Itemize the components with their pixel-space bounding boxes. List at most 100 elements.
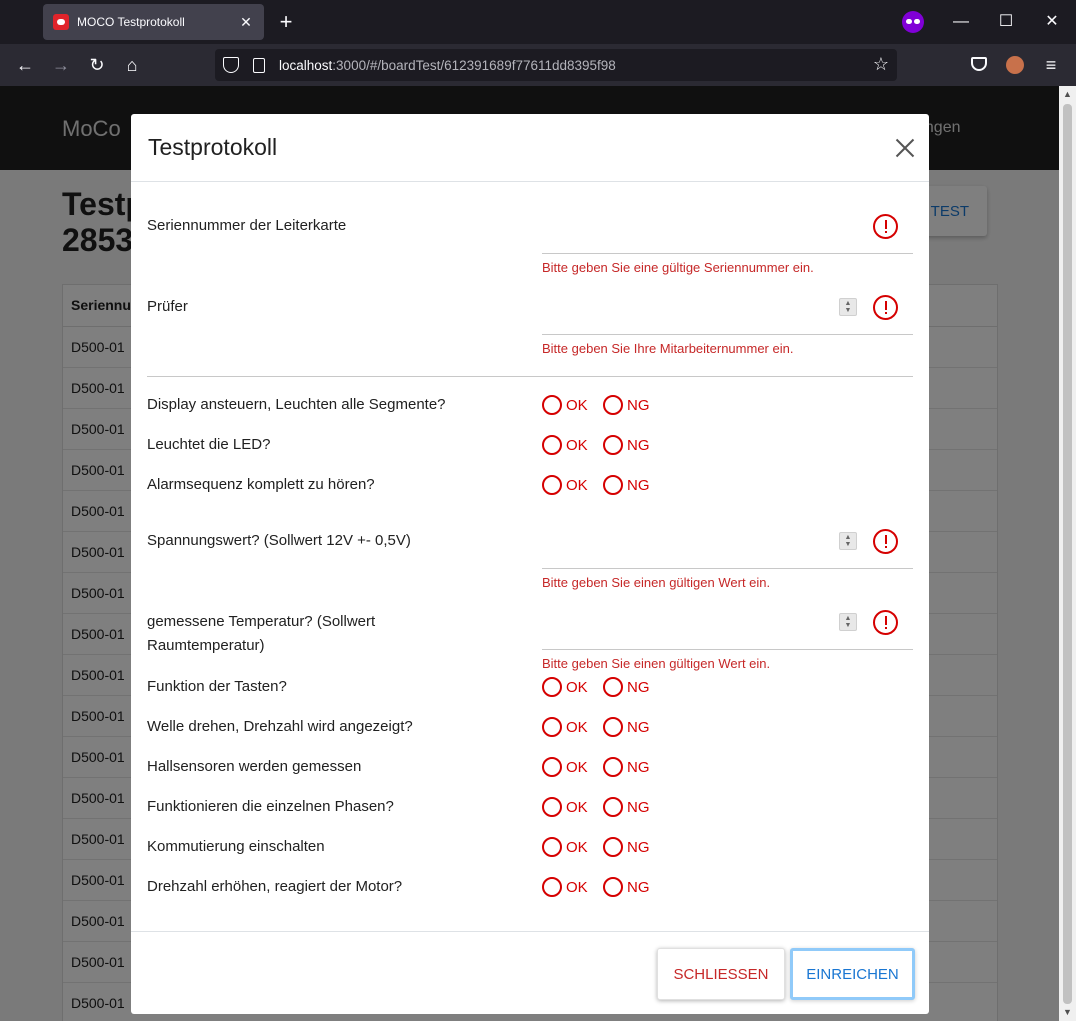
scroll-down-arrow-icon[interactable]: ▼ (1059, 1004, 1076, 1021)
check-label: Funktion der Tasten? (147, 678, 287, 695)
window-close-button[interactable]: ✕ (1041, 10, 1063, 34)
ng-radio[interactable]: NG (603, 717, 650, 737)
radio-circle-icon[interactable] (542, 757, 562, 777)
temperature-error: Bitte geben Sie einen gültigen Wert ein. (542, 656, 771, 671)
radio-circle-icon[interactable] (542, 677, 562, 697)
radio-circle-icon[interactable] (542, 877, 562, 897)
check-label: Leuchtet die LED? (147, 436, 271, 453)
tester-stepper[interactable]: ▲ ▼ (839, 298, 857, 316)
check-label: Welle drehen, Drehzahl wird angezeigt? (147, 718, 413, 735)
pocket-icon[interactable] (971, 57, 987, 71)
moco-favicon-icon (53, 14, 69, 30)
voltage-error: Bitte geben Sie einen gültigen Wert ein. (542, 575, 771, 590)
ok-radio[interactable]: OK (542, 475, 588, 495)
ok-radio[interactable]: OK (542, 677, 588, 697)
close-icon[interactable] (893, 136, 917, 160)
temperature-stepper[interactable]: ▲ ▼ (839, 613, 857, 631)
serial-number-error: Bitte geben Sie eine gültige Seriennumme… (542, 260, 814, 275)
ok-radio-label: OK (566, 798, 588, 816)
serial-number-label: Seriennummer der Leiterkarte (147, 217, 347, 234)
home-icon[interactable]: ⌂ (120, 53, 144, 77)
tracking-shield-icon[interactable] (223, 57, 239, 73)
voltage-stepper[interactable]: ▲ ▼ (839, 532, 857, 550)
bookmark-star-icon[interactable]: ☆ (873, 54, 889, 75)
page-scrollbar[interactable]: ▲ ▼ (1059, 86, 1076, 1021)
ng-radio-label: NG (627, 838, 650, 856)
serial-number-input[interactable] (542, 253, 913, 254)
ok-radio-label: OK (566, 436, 588, 454)
error-alert-icon (873, 295, 898, 320)
ng-radio[interactable]: NG (603, 677, 650, 697)
ng-radio-label: NG (627, 718, 650, 736)
error-alert-icon (873, 214, 898, 239)
hamburger-menu-icon[interactable]: ≡ (1042, 53, 1060, 77)
check-label: Display ansteuern, Leuchten alle Segment… (147, 396, 446, 413)
ok-radio[interactable]: OK (542, 797, 588, 817)
radio-circle-icon[interactable] (603, 475, 623, 495)
section-divider (147, 376, 913, 377)
radio-circle-icon[interactable] (542, 475, 562, 495)
ng-radio-label: NG (627, 396, 650, 414)
radio-circle-icon[interactable] (603, 717, 623, 737)
radio-circle-icon[interactable] (603, 877, 623, 897)
radio-circle-icon[interactable] (542, 837, 562, 857)
ng-radio[interactable]: NG (603, 877, 650, 897)
back-arrow-icon[interactable]: ← (13, 53, 37, 77)
ng-radio[interactable]: NG (603, 475, 650, 495)
close-button[interactable]: SCHLIESSEN (657, 948, 785, 1000)
ng-radio-label: NG (627, 758, 650, 776)
radio-circle-icon[interactable] (542, 435, 562, 455)
radio-circle-icon[interactable] (603, 395, 623, 415)
temperature-label-line1: gemessene Temperatur? (Sollwert (147, 613, 376, 630)
temperature-input[interactable] (542, 649, 913, 650)
forward-arrow-icon[interactable]: → (49, 53, 73, 77)
ok-radio[interactable]: OK (542, 837, 588, 857)
error-alert-icon (873, 610, 898, 635)
ng-radio[interactable]: NG (603, 797, 650, 817)
ng-radio[interactable]: NG (603, 837, 650, 857)
radio-circle-icon[interactable] (542, 717, 562, 737)
page-info-icon[interactable] (253, 57, 265, 73)
ok-radio-label: OK (566, 718, 588, 736)
modal-header: Testprotokoll (131, 114, 929, 182)
url-host: localhost (279, 57, 333, 73)
check-label: Alarmsequenz komplett zu hören? (147, 476, 375, 493)
voltage-input[interactable] (542, 568, 913, 569)
ok-radio[interactable]: OK (542, 435, 588, 455)
check-label: Hallsensoren werden gemessen (147, 758, 362, 775)
scroll-up-arrow-icon[interactable]: ▲ (1059, 86, 1076, 103)
radio-circle-icon[interactable] (542, 395, 562, 415)
maximize-button[interactable]: ☐ (995, 10, 1017, 34)
ok-radio[interactable]: OK (542, 757, 588, 777)
url-text[interactable]: localhost:3000/#/boardTest/612391689f776… (279, 58, 616, 73)
account-avatar[interactable] (1006, 56, 1024, 74)
ok-radio[interactable]: OK (542, 395, 588, 415)
ok-radio-label: OK (566, 758, 588, 776)
ok-radio-label: OK (566, 396, 588, 414)
tester-error: Bitte geben Sie Ihre Mitarbeiternummer e… (542, 341, 794, 356)
new-tab-button[interactable]: + (276, 10, 296, 34)
ok-radio[interactable]: OK (542, 877, 588, 897)
tester-input[interactable] (542, 334, 913, 335)
reload-icon[interactable]: ↻ (85, 53, 109, 77)
radio-circle-icon[interactable] (603, 677, 623, 697)
scrollbar-thumb[interactable] (1063, 104, 1072, 1004)
url-path: :3000/#/boardTest/612391689f77611dd8395f… (332, 57, 616, 73)
ng-radio[interactable]: NG (603, 757, 650, 777)
radio-circle-icon[interactable] (603, 757, 623, 777)
submit-button[interactable]: EINREICHEN (790, 948, 915, 1000)
temperature-label: gemessene Temperatur? (Sollwert Raumtemp… (147, 610, 375, 658)
radio-circle-icon[interactable] (603, 797, 623, 817)
minimize-button[interactable]: — (950, 10, 972, 34)
ng-radio[interactable]: NG (603, 435, 650, 455)
check-label: Kommutierung einschalten (147, 838, 325, 855)
radio-circle-icon[interactable] (603, 435, 623, 455)
tab-close-icon[interactable]: ✕ (238, 14, 254, 31)
ng-radio[interactable]: NG (603, 395, 650, 415)
url-bar[interactable]: localhost:3000/#/boardTest/612391689f776… (215, 49, 897, 81)
radio-circle-icon[interactable] (603, 837, 623, 857)
private-browsing-icon (902, 11, 924, 33)
radio-circle-icon[interactable] (542, 797, 562, 817)
browser-tab[interactable]: MOCO Testprotokoll ✕ (43, 4, 264, 40)
ok-radio[interactable]: OK (542, 717, 588, 737)
